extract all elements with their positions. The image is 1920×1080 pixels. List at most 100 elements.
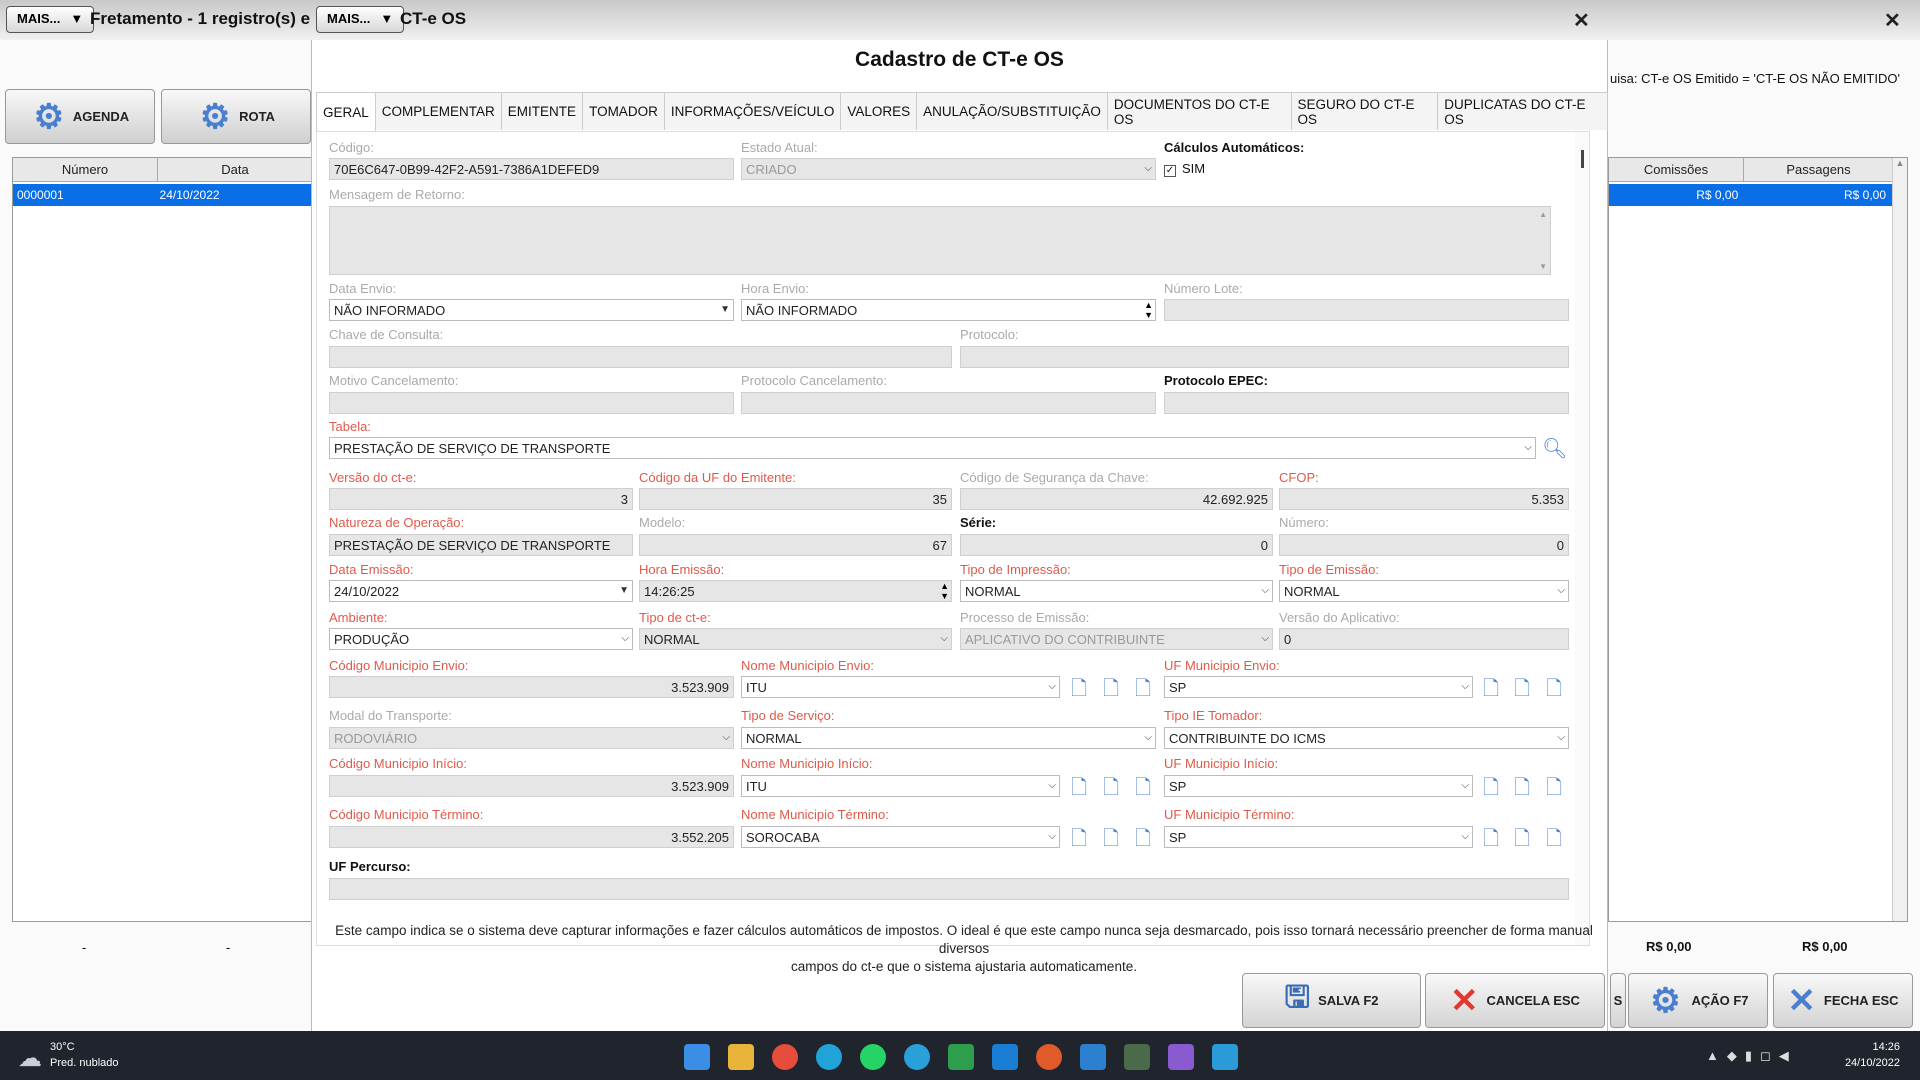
sheet-icon[interactable]: [948, 1044, 974, 1070]
app-icon[interactable]: [992, 1044, 1018, 1070]
tipo-ie-select[interactable]: CONTRIBUINTE DO ICMS ⌵: [1164, 727, 1569, 749]
file-explorer-icon[interactable]: [728, 1044, 754, 1070]
scroll-down-icon[interactable]: ▼: [1539, 262, 1547, 271]
modelo-field[interactable]: 67: [639, 534, 952, 556]
add-doc-icon[interactable]: 🗋: [1068, 677, 1090, 701]
chrome-icon[interactable]: [772, 1044, 798, 1070]
column-header-numero[interactable]: Número: [13, 158, 158, 182]
app-icon[interactable]: [1036, 1044, 1062, 1070]
uf-perc-field[interactable]: [329, 878, 1569, 900]
clock-date[interactable]: 24/10/2022: [1820, 1057, 1900, 1069]
processo-select[interactable]: APLICATIVO DO CONTRIBUINTE ⌵: [960, 628, 1273, 650]
nome-mun-ter-select[interactable]: SOROCABA ⌵: [741, 826, 1060, 848]
table-row[interactable]: R$ 0,00 R$ 0,00: [1609, 184, 1894, 206]
fecha-button[interactable]: ✕ FECHA ESC: [1773, 973, 1913, 1028]
notes-icon[interactable]: [1080, 1044, 1106, 1070]
start-icon[interactable]: [684, 1044, 710, 1070]
prot-canc-field[interactable]: [741, 392, 1156, 414]
uf-env-select[interactable]: SP ⌵: [1164, 676, 1473, 698]
serie-field[interactable]: 0: [960, 534, 1273, 556]
edge-icon[interactable]: [816, 1044, 842, 1070]
nome-mun-env-select[interactable]: ITU ⌵: [741, 676, 1060, 698]
versao-app-field[interactable]: 0: [1279, 628, 1569, 650]
acao-button[interactable]: ⚙ AÇÃO F7: [1628, 973, 1768, 1028]
rota-button[interactable]: ⚙ ROTA: [161, 89, 311, 144]
grid-scrollbar[interactable]: ▲: [1892, 158, 1907, 921]
tab-documentos[interactable]: DOCUMENTOS DO CT-E OS: [1106, 92, 1292, 130]
codigo-field[interactable]: 70E6C647-0B99-42F2-A591-7386A1DEFED9: [329, 158, 734, 180]
column-header-data[interactable]: Data: [158, 158, 313, 182]
tipo-emis-select[interactable]: NORMAL ⌵: [1279, 580, 1569, 602]
modal-transp-select[interactable]: RODOVIÁRIO ⌵: [329, 727, 734, 749]
spinner-icon[interactable]: ▲ ▼: [1144, 300, 1153, 320]
whatsapp-icon[interactable]: [860, 1044, 886, 1070]
app-icon[interactable]: [1168, 1044, 1194, 1070]
tab-emitente[interactable]: EMITENTE: [500, 92, 584, 130]
uf-ter-select[interactable]: SP ⌵: [1164, 826, 1473, 848]
column-header-comissoes[interactable]: Comissões: [1609, 158, 1744, 182]
tipo-cte-select[interactable]: NORMAL ⌵: [639, 628, 952, 650]
weather-temp[interactable]: 30°C: [50, 1041, 75, 1053]
form-scrollbar[interactable]: [1575, 132, 1589, 945]
prot-epec-field[interactable]: [1164, 392, 1569, 414]
cfop-field[interactable]: 5.353: [1279, 488, 1569, 510]
tab-informacoes-veiculo[interactable]: INFORMAÇÕES/VEÍCULO: [663, 92, 842, 130]
mais-dropdown-left[interactable]: MAIS... ▼: [6, 6, 95, 33]
calc-checkbox[interactable]: ✓ SIM: [1164, 161, 1205, 177]
view-doc-icon[interactable]: 🗋: [1132, 776, 1154, 800]
add-doc-icon[interactable]: 🗋: [1068, 776, 1090, 800]
column-header-passagens[interactable]: Passagens: [1744, 158, 1894, 182]
clock-time[interactable]: 14:26: [1840, 1041, 1900, 1053]
view-doc-icon[interactable]: 🗋: [1543, 677, 1565, 701]
tab-tomador[interactable]: TOMADOR: [582, 92, 665, 130]
app-icon[interactable]: [1212, 1044, 1238, 1070]
weather-desc[interactable]: Pred. nublado: [50, 1057, 119, 1069]
salva-button[interactable]: 🖫 SALVA F2: [1242, 973, 1421, 1028]
partial-button[interactable]: S: [1610, 973, 1626, 1028]
tab-valores[interactable]: VALORES: [840, 92, 918, 130]
view-doc-icon[interactable]: 🗋: [1543, 776, 1565, 800]
tab-duplicatas[interactable]: DUPLICATAS DO CT-E OS: [1437, 92, 1608, 130]
table-row[interactable]: 0000001 24/10/2022: [13, 184, 313, 206]
cancela-button[interactable]: ✕ CANCELA ESC: [1425, 973, 1605, 1028]
cod-mun-env-field[interactable]: 3.523.909: [329, 676, 734, 698]
tab-anulacao[interactable]: ANULAÇÃO/SUBSTITUIÇÃO: [916, 92, 1108, 130]
tab-geral[interactable]: GERAL: [316, 92, 376, 132]
edit-doc-icon[interactable]: 🗋: [1100, 677, 1122, 701]
chave-field[interactable]: [329, 346, 952, 368]
add-doc-icon[interactable]: 🗋: [1480, 827, 1502, 851]
tabela-select[interactable]: PRESTAÇÃO DE SERVIÇO DE TRANSPORTE ⌵: [329, 437, 1536, 459]
estado-select[interactable]: CRIADO ⌵: [741, 158, 1156, 180]
ambiente-select[interactable]: PRODUÇÃO ⌵: [329, 628, 633, 650]
weather-icon[interactable]: ☁: [18, 1044, 42, 1073]
tray-icons[interactable]: ▲◆▮◻◀: [1706, 1048, 1797, 1064]
edit-doc-icon[interactable]: 🗋: [1511, 827, 1533, 851]
mais-dropdown-right[interactable]: MAIS... ▼: [316, 6, 405, 33]
add-doc-icon[interactable]: 🗋: [1068, 827, 1090, 851]
data-em-field[interactable]: 24/10/2022 ▼: [329, 580, 633, 602]
telegram-icon[interactable]: [904, 1044, 930, 1070]
spinner-icon[interactable]: ▲ ▼: [940, 581, 949, 601]
nome-mun-ini-select[interactable]: ITU ⌵: [741, 775, 1060, 797]
close-window-icon[interactable]: ✕: [1884, 8, 1901, 33]
scroll-up-icon[interactable]: ▲: [1539, 210, 1547, 219]
protocolo-field[interactable]: [960, 346, 1569, 368]
add-doc-icon[interactable]: 🗋: [1480, 677, 1502, 701]
edit-doc-icon[interactable]: 🗋: [1100, 827, 1122, 851]
tipo-serv-select[interactable]: NORMAL ⌵: [741, 727, 1156, 749]
data-envio-field[interactable]: NÃO INFORMADO ▼: [329, 299, 734, 321]
motivo-field[interactable]: [329, 392, 734, 414]
view-doc-icon[interactable]: 🗋: [1543, 827, 1565, 851]
edit-doc-icon[interactable]: 🗋: [1100, 776, 1122, 800]
agenda-button[interactable]: ⚙ AGENDA: [5, 89, 155, 144]
close-modal-icon[interactable]: ✕: [1573, 8, 1590, 33]
tab-complementar[interactable]: COMPLEMENTAR: [374, 92, 502, 130]
hora-em-field[interactable]: 14:26:25 ▲ ▼: [639, 580, 952, 602]
natureza-field[interactable]: PRESTAÇÃO DE SERVIÇO DE TRANSPORTE: [329, 534, 633, 556]
uf-ini-select[interactable]: SP ⌵: [1164, 775, 1473, 797]
tab-seguro[interactable]: SEGURO DO CT-E OS: [1290, 92, 1439, 130]
num-lote-field[interactable]: [1164, 299, 1569, 321]
msg-textarea[interactable]: ▲ ▼: [329, 206, 1551, 275]
cod-seg-field[interactable]: 42.692.925: [960, 488, 1273, 510]
cod-mun-ini-field[interactable]: 3.523.909: [329, 775, 734, 797]
